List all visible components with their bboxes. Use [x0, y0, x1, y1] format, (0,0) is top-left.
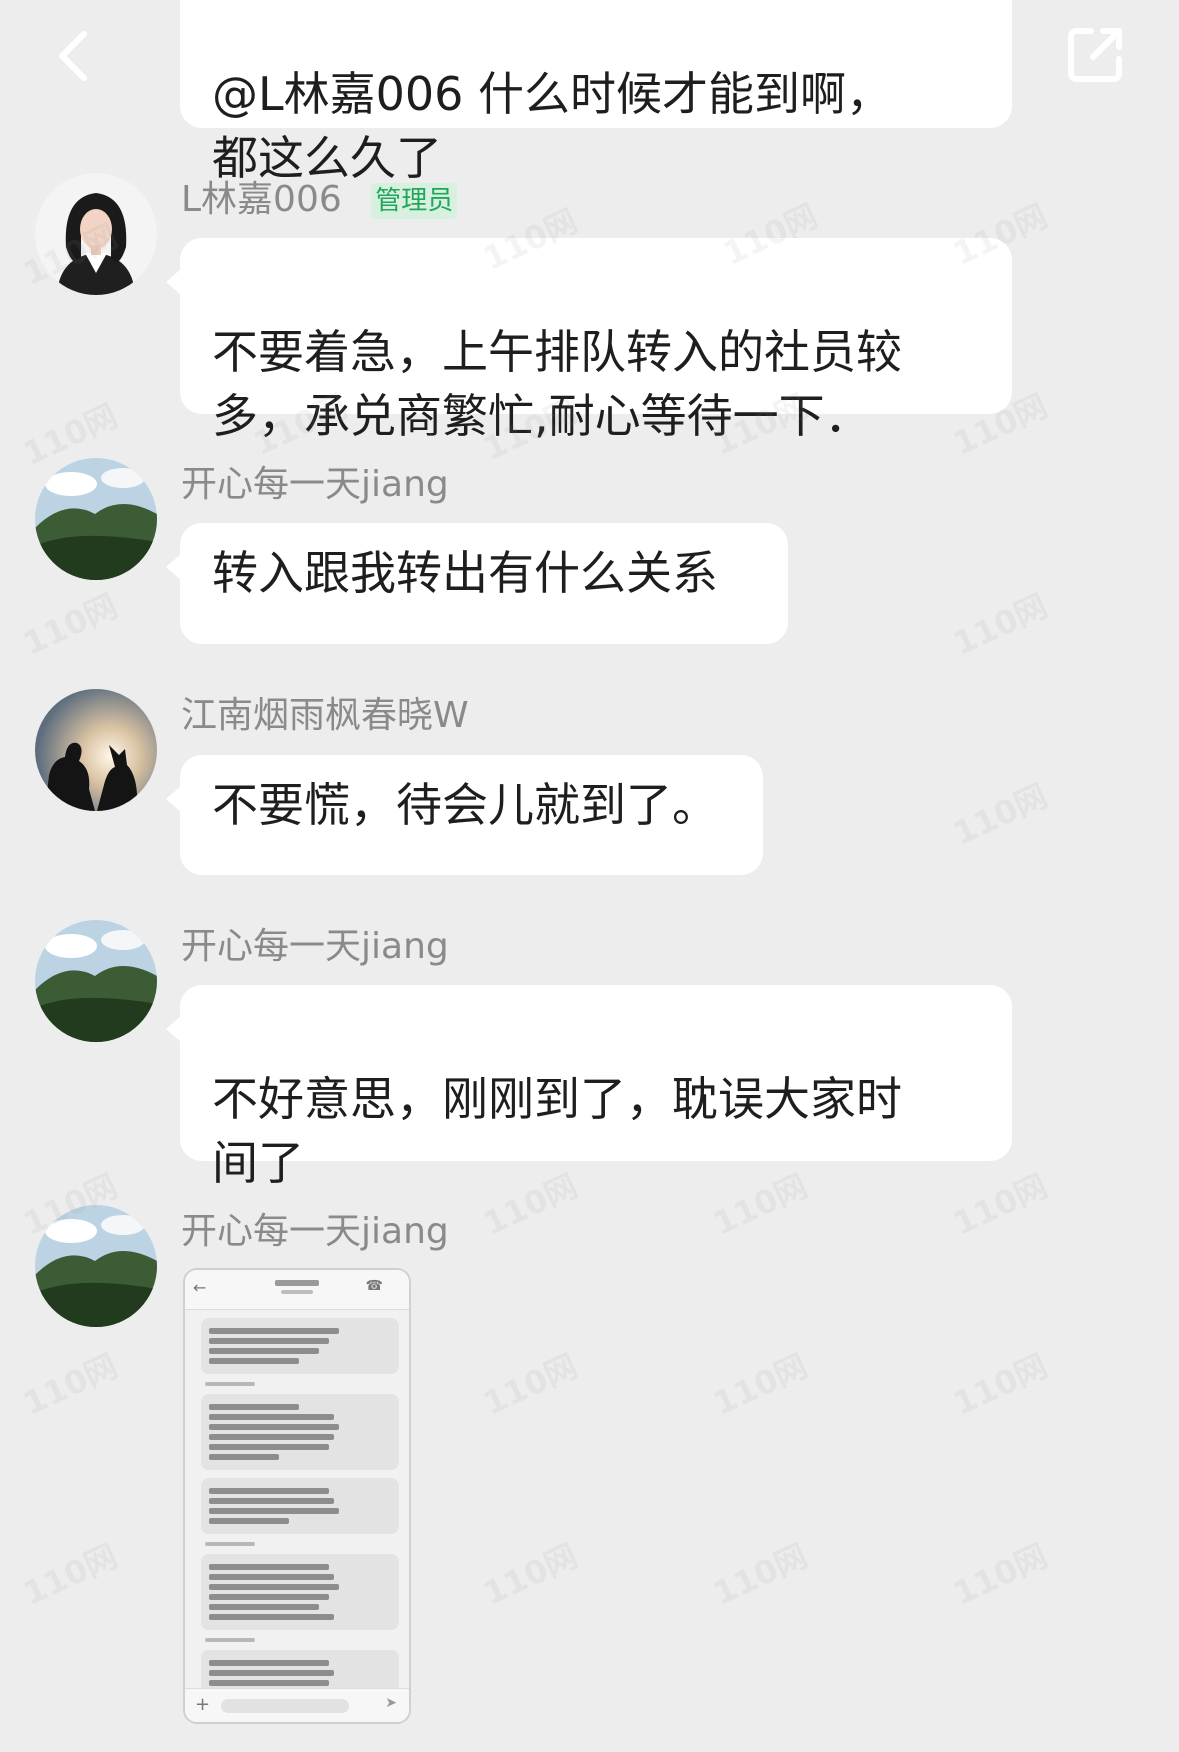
watermark: 110网	[477, 1166, 584, 1243]
watermark: 110网	[17, 1346, 124, 1423]
message-bubble[interactable]: 不好意思，刚刚到了，耽误大家时 间了	[166, 985, 1012, 1190]
avatar[interactable]	[35, 173, 157, 295]
sms-input-bar: + ➤	[185, 1688, 409, 1722]
watermark: 110网	[17, 1536, 124, 1613]
avatar[interactable]	[35, 1205, 157, 1327]
avatar[interactable]	[35, 458, 157, 580]
chat-view: @L林嘉006 什么时候才能到啊， 都这么久了 L林嘉006 管理员 不要着急，…	[0, 0, 1179, 1752]
sender-name: 开心每一天jiang	[181, 464, 449, 505]
watermark: 110网	[707, 1346, 814, 1423]
message-bubble[interactable]: 不要慌，待会儿就到了。	[166, 755, 763, 875]
admin-badge: 管理员	[371, 183, 458, 219]
message-bubble[interactable]: 不要着急，上午排队转入的社员较 多，承兑商繁忙,耐心等待一下．	[166, 238, 1012, 443]
sms-bubble	[201, 1318, 399, 1374]
watermark: 110网	[947, 1346, 1054, 1423]
avatar[interactable]	[35, 689, 157, 811]
back-button[interactable]	[38, 20, 110, 92]
watermark: 110网	[947, 776, 1054, 853]
image-message[interactable]: ← ☎ + ➤	[183, 1268, 411, 1724]
watermark: 110网	[947, 1536, 1054, 1613]
sender-name: 开心每一天jiang	[181, 1211, 449, 1252]
message-text: 不好意思，刚刚到了，耽误大家时 间了	[212, 1072, 902, 1190]
back-arrow-icon: ←	[193, 1278, 207, 1297]
watermark: 110网	[477, 1346, 584, 1423]
watermark: 110网	[947, 586, 1054, 663]
sender-name: 江南烟雨枫春晓W	[181, 695, 469, 736]
watermark: 110网	[707, 1166, 814, 1243]
watermark: 110网	[477, 1536, 584, 1613]
sender-name: L林嘉006 管理员	[181, 175, 458, 225]
message-text: 转入跟我转出有什么关系	[212, 546, 718, 600]
sender-name: 开心每一天jiang	[181, 926, 449, 967]
chevron-left-icon	[59, 31, 87, 81]
sms-bubble	[201, 1478, 399, 1534]
sms-bubble	[201, 1394, 399, 1470]
message-bubble[interactable]: 转入跟我转出有什么关系	[166, 523, 788, 644]
external-link-icon	[1068, 28, 1122, 82]
share-button[interactable]	[1058, 16, 1134, 92]
watermark: 110网	[17, 586, 124, 663]
plus-icon: +	[195, 1694, 211, 1715]
watermark: 110网	[947, 1166, 1054, 1243]
message-text: 不要慌，待会儿就到了。	[212, 778, 718, 832]
sms-bubble	[201, 1554, 399, 1630]
phone-icon: ☎	[365, 1278, 383, 1294]
message-bubble[interactable]: @L林嘉006 什么时候才能到啊， 都这么久了	[180, 0, 1012, 185]
sms-app-header: ← ☎	[185, 1270, 409, 1310]
message-text: 不要着急，上午排队转入的社员较 多，承兑商繁忙,耐心等待一下．	[212, 325, 902, 443]
message-text: @L林嘉006 什么时候才能到啊， 都这么久了	[212, 67, 893, 185]
send-icon: ➤	[385, 1695, 397, 1711]
watermark: 110网	[707, 1536, 814, 1613]
avatar[interactable]	[35, 920, 157, 1042]
